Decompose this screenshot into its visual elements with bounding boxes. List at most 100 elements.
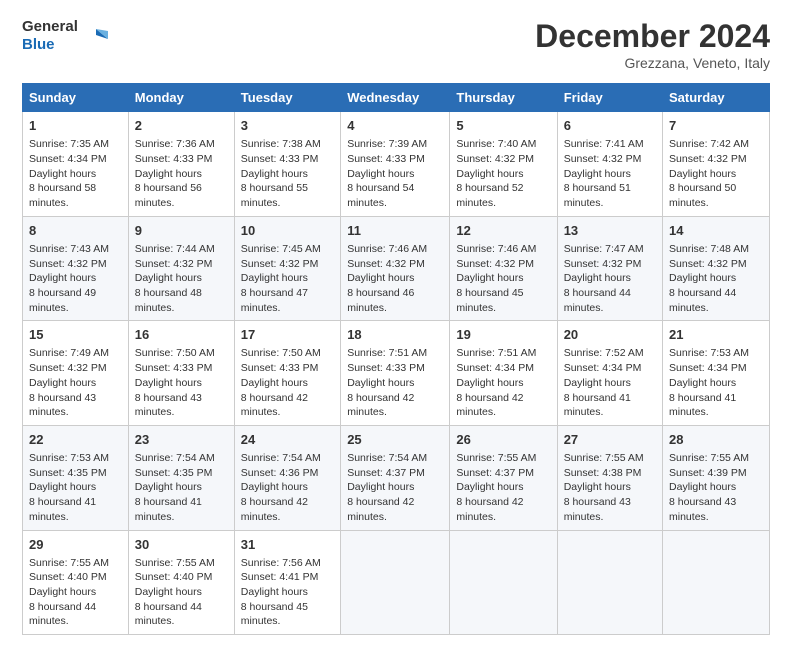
sunrise-label: Sunrise: 7:50 AM bbox=[135, 347, 215, 359]
daylight-label: Daylight hours bbox=[241, 272, 308, 284]
day-number: 22 bbox=[29, 431, 122, 449]
calendar-cell: 7 Sunrise: 7:42 AM Sunset: 4:32 PM Daylight… bbox=[663, 112, 770, 217]
day-number: 25 bbox=[347, 431, 443, 449]
sunrise-label: Sunrise: 7:54 AM bbox=[347, 452, 427, 464]
location: Grezzana, Veneto, Italy bbox=[535, 55, 770, 71]
calendar-cell: 6Sunrise: 7:41 AMSunset: 4:32 PMDaylight… bbox=[557, 112, 662, 217]
sunrise-label: Sunrise: 7:53 AM bbox=[29, 452, 109, 464]
day-number: 6 bbox=[564, 117, 656, 135]
daylight-label: Daylight hours bbox=[456, 481, 523, 493]
sunset-label: Sunset: 4:32 PM bbox=[29, 258, 107, 270]
calendar-cell: 26Sunrise: 7:55 AMSunset: 4:37 PMDayligh… bbox=[450, 425, 557, 530]
daylight-duration: 8 hoursand 52 minutes. bbox=[456, 182, 523, 209]
day-number: 2 bbox=[135, 117, 228, 135]
daylight-duration: 8 hoursand 42 minutes. bbox=[241, 392, 308, 419]
day-number: 31 bbox=[241, 536, 334, 554]
daylight-label: Daylight hours bbox=[29, 481, 96, 493]
day-number: 7 bbox=[669, 117, 763, 135]
day-number: 17 bbox=[241, 326, 334, 344]
daylight-label: Daylight hours bbox=[241, 377, 308, 389]
daylight-label: Daylight hours bbox=[347, 377, 414, 389]
sunset-label: Sunset: 4:37 PM bbox=[347, 467, 425, 479]
daylight-duration: 8 hoursand 44 minutes. bbox=[564, 287, 631, 314]
daylight-label: Daylight hours bbox=[456, 377, 523, 389]
logo: GeneralBlue bbox=[22, 18, 110, 54]
calendar-cell: 31Sunrise: 7:56 AMSunset: 4:41 PMDayligh… bbox=[234, 530, 340, 635]
sunrise-label: Sunrise: 7:53 AM bbox=[669, 347, 749, 359]
sunset-label: Sunset: 4:32 PM bbox=[241, 258, 319, 270]
calendar-cell: 22Sunrise: 7:53 AMSunset: 4:35 PMDayligh… bbox=[23, 425, 129, 530]
daylight-duration: 8 hoursand 46 minutes. bbox=[347, 287, 414, 314]
daylight-label: Daylight hours bbox=[669, 168, 736, 180]
day-of-week-header: Monday bbox=[128, 84, 234, 112]
daylight-label: Daylight hours bbox=[347, 168, 414, 180]
day-of-week-header: Saturday bbox=[663, 84, 770, 112]
daylight-duration: 8 hoursand 55 minutes. bbox=[241, 182, 308, 209]
sunrise-label: Sunrise: 7:55 AM bbox=[29, 557, 109, 569]
calendar-cell bbox=[341, 530, 450, 635]
daylight-label: Daylight hours bbox=[564, 272, 631, 284]
sunset-label: Sunset: 4:32 PM bbox=[347, 258, 425, 270]
sunset-label: Sunset: 4:32 PM bbox=[135, 258, 213, 270]
calendar-cell: 28Sunrise: 7:55 AMSunset: 4:39 PMDayligh… bbox=[663, 425, 770, 530]
calendar-cell: 11Sunrise: 7:46 AMSunset: 4:32 PMDayligh… bbox=[341, 216, 450, 321]
sunrise-label: Sunrise: 7:39 AM bbox=[347, 138, 427, 150]
sunrise-label: Sunrise: 7:54 AM bbox=[135, 452, 215, 464]
sunrise-label: Sunrise: 7:40 AM bbox=[456, 138, 536, 150]
sunset-label: Sunset: 4:36 PM bbox=[241, 467, 319, 479]
logo-text: GeneralBlue bbox=[22, 18, 78, 54]
calendar-cell bbox=[450, 530, 557, 635]
daylight-duration: 8 hoursand 44 minutes. bbox=[29, 601, 96, 628]
sunset-label: Sunset: 4:32 PM bbox=[669, 153, 747, 165]
daylight-duration: 8 hoursand 41 minutes. bbox=[29, 496, 96, 523]
day-number: 16 bbox=[135, 326, 228, 344]
daylight-duration: 8 hoursand 48 minutes. bbox=[135, 287, 202, 314]
day-number: 26 bbox=[456, 431, 550, 449]
daylight-duration: 8 hoursand 50 minutes. bbox=[669, 182, 736, 209]
calendar-cell: 15Sunrise: 7:49 AMSunset: 4:32 PMDayligh… bbox=[23, 321, 129, 426]
day-number: 5 bbox=[456, 117, 550, 135]
sunset-label: Sunset: 4:34 PM bbox=[564, 362, 642, 374]
day-number: 15 bbox=[29, 326, 122, 344]
daylight-label: Daylight hours bbox=[564, 168, 631, 180]
sunset-label: Sunset: 4:37 PM bbox=[456, 467, 534, 479]
day-number: 21 bbox=[669, 326, 763, 344]
calendar-cell: 23Sunrise: 7:54 AMSunset: 4:35 PMDayligh… bbox=[128, 425, 234, 530]
day-number: 29 bbox=[29, 536, 122, 554]
day-number: 18 bbox=[347, 326, 443, 344]
calendar-cell: 20Sunrise: 7:52 AMSunset: 4:34 PMDayligh… bbox=[557, 321, 662, 426]
daylight-duration: 8 hoursand 42 minutes. bbox=[347, 496, 414, 523]
day-number: 8 bbox=[29, 222, 122, 240]
daylight-label: Daylight hours bbox=[29, 586, 96, 598]
day-number: 3 bbox=[241, 117, 334, 135]
daylight-label: Daylight hours bbox=[564, 377, 631, 389]
daylight-duration: 8 hoursand 51 minutes. bbox=[564, 182, 631, 209]
daylight-label: Daylight hours bbox=[135, 586, 202, 598]
calendar-cell: 27Sunrise: 7:55 AMSunset: 4:38 PMDayligh… bbox=[557, 425, 662, 530]
sunset-label: Sunset: 4:33 PM bbox=[135, 153, 213, 165]
calendar-cell: 16Sunrise: 7:50 AMSunset: 4:33 PMDayligh… bbox=[128, 321, 234, 426]
daylight-label: Daylight hours bbox=[135, 377, 202, 389]
sunrise-label: Sunrise: 7:46 AM bbox=[456, 243, 536, 255]
calendar-cell: 21Sunrise: 7:53 AMSunset: 4:34 PMDayligh… bbox=[663, 321, 770, 426]
title-block: December 2024 Grezzana, Veneto, Italy bbox=[535, 18, 770, 71]
day-number: 19 bbox=[456, 326, 550, 344]
calendar-week-row: 8Sunrise: 7:43 AMSunset: 4:32 PMDaylight… bbox=[23, 216, 770, 321]
day-number: 1 bbox=[29, 117, 122, 135]
sunset-label: Sunset: 4:32 PM bbox=[564, 153, 642, 165]
calendar-cell: 5Sunrise: 7:40 AMSunset: 4:32 PMDaylight… bbox=[450, 112, 557, 217]
daylight-duration: 8 hoursand 42 minutes. bbox=[456, 496, 523, 523]
daylight-label: Daylight hours bbox=[29, 272, 96, 284]
calendar-cell: 30Sunrise: 7:55 AMSunset: 4:40 PMDayligh… bbox=[128, 530, 234, 635]
calendar-cell: 12Sunrise: 7:46 AMSunset: 4:32 PMDayligh… bbox=[450, 216, 557, 321]
sunset-label: Sunset: 4:32 PM bbox=[456, 153, 534, 165]
logo-bird-icon bbox=[82, 25, 110, 47]
calendar-table: SundayMondayTuesdayWednesdayThursdayFrid… bbox=[22, 83, 770, 635]
calendar-week-row: 15Sunrise: 7:49 AMSunset: 4:32 PMDayligh… bbox=[23, 321, 770, 426]
daylight-duration: 8 hoursand 41 minutes. bbox=[669, 392, 736, 419]
daylight-duration: 8 hoursand 56 minutes. bbox=[135, 182, 202, 209]
daylight-label: Daylight hours bbox=[564, 481, 631, 493]
sunset-label: Sunset: 4:32 PM bbox=[456, 258, 534, 270]
day-number: 14 bbox=[669, 222, 763, 240]
sunrise-label: Sunrise: 7:42 AM bbox=[669, 138, 749, 150]
